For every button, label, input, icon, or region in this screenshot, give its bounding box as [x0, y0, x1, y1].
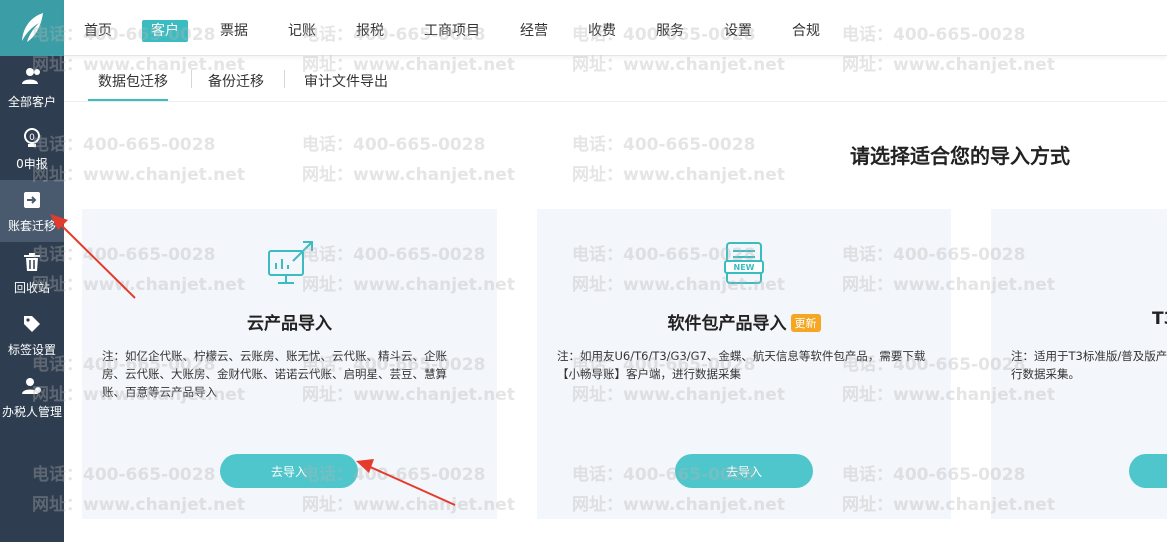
feather-logo-icon — [22, 13, 43, 42]
subtabs: 数据包迁移 备份迁移 审计文件导出 — [64, 56, 1167, 102]
card-software-package-import: NEW 软件包产品导入 更新 注：如用友U6/T6/T3/G3/G7、金蝶、航天信… — [537, 209, 951, 519]
tag-icon — [21, 313, 43, 335]
zero-declare-icon: 0 — [21, 127, 43, 149]
card-note: 注：适用于T3标准版/普及版产进行数据采集。 — [1011, 349, 1167, 381]
svg-text:0: 0 — [29, 133, 35, 143]
page-heading: 请选择适合您的导入方式 — [850, 144, 1070, 168]
go-import-button[interactable] — [1129, 454, 1167, 488]
sidebar-item-recycle-bin[interactable]: 回收站 — [0, 242, 64, 304]
nav-fees[interactable]: 收费 — [588, 20, 616, 42]
users-icon — [21, 65, 43, 87]
sidebar-item-label: 0申报 — [16, 156, 48, 171]
tax-person-icon — [21, 375, 43, 397]
new-package-icon: NEW — [721, 239, 769, 291]
nav-operations[interactable]: 经营 — [520, 20, 548, 42]
card-title: T3 — [1152, 309, 1167, 329]
tab-audit-file-export[interactable]: 审计文件导出 — [304, 71, 388, 91]
card-cloud-import: 云产品导入 注：如亿企代账、柠檬云、云账房、账无忧、云代账、精斗云、企账房、云代… — [82, 209, 497, 519]
app-logo[interactable] — [0, 0, 64, 56]
watermark: 电话：400-665-0028 — [302, 135, 486, 155]
sidebar-item-all-customers[interactable]: 全部客户 — [0, 56, 64, 118]
nav-bookkeeping[interactable]: 记账 — [288, 20, 316, 42]
sidebar-item-tax-person[interactable]: 办税人管理 — [0, 366, 64, 428]
active-tab-indicator — [88, 99, 168, 101]
card-title-text: 软件包产品导入 — [667, 314, 787, 334]
watermark: 网址：www.chanjet.net — [572, 165, 785, 185]
card-title: 软件包产品导入 更新 — [537, 309, 951, 334]
sidebar-item-label: 办税人管理 — [1, 404, 62, 419]
sidebar-item-label: 回收站 — [13, 280, 50, 295]
go-import-button[interactable]: 去导入 — [220, 454, 358, 488]
sidebar-item-account-migration[interactable]: 账套迁移 — [0, 180, 64, 242]
card-t3-import: T3 注：适用于T3标准版/普及版产进行数据采集。 — [991, 209, 1167, 519]
tab-backup-migration[interactable]: 备份迁移 — [208, 71, 264, 91]
sidebar-item-label: 标签设置 — [7, 342, 56, 357]
top-nav: 首页 客户 票据 记账 报税 工商项目 经营 收费 服务 设置 合规 — [64, 0, 1167, 56]
nav-services[interactable]: 服务 — [656, 20, 684, 42]
sidebar-item-label: 全部客户 — [7, 94, 56, 109]
svg-text:NEW: NEW — [734, 263, 755, 272]
update-badge: 更新 — [790, 314, 821, 332]
migrate-icon — [21, 189, 43, 211]
nav-compliance[interactable]: 合规 — [792, 20, 820, 42]
card-title: 云产品导入 — [247, 314, 332, 334]
sidebar: 全部客户 0 0申报 账套迁移 回收站 标签设置 办税人管理 — [0, 0, 64, 542]
nav-business-projects[interactable]: 工商项目 — [424, 20, 480, 42]
watermark: 网址：www.chanjet.net — [302, 165, 515, 185]
sidebar-item-tag-settings[interactable]: 标签设置 — [0, 304, 64, 366]
cloud-upload-icon — [265, 239, 317, 291]
watermark: 电话：400-665-0028 — [572, 135, 756, 155]
sidebar-item-zero-declare[interactable]: 0 0申报 — [0, 118, 64, 180]
go-import-button[interactable]: 去导入 — [675, 454, 813, 488]
tab-divider — [284, 70, 285, 88]
nav-settings[interactable]: 设置 — [724, 20, 752, 42]
tab-data-package-migration[interactable]: 数据包迁移 — [98, 71, 168, 91]
nav-home[interactable]: 首页 — [84, 20, 112, 42]
sidebar-item-label: 账套迁移 — [7, 218, 56, 233]
card-note: 注：如亿企代账、柠檬云、云账房、账无忧、云代账、精斗云、企账房、云代账、大账房、… — [102, 349, 447, 399]
nav-tax[interactable]: 报税 — [356, 20, 384, 42]
card-note: 注：如用友U6/T6/T3/G3/G7、金蝶、航天信息等软件包产品，需要下载【小… — [557, 349, 926, 381]
tab-divider — [191, 70, 192, 88]
nav-bills[interactable]: 票据 — [220, 20, 248, 42]
nav-customers[interactable]: 客户 — [142, 20, 188, 42]
trash-icon — [21, 251, 43, 273]
